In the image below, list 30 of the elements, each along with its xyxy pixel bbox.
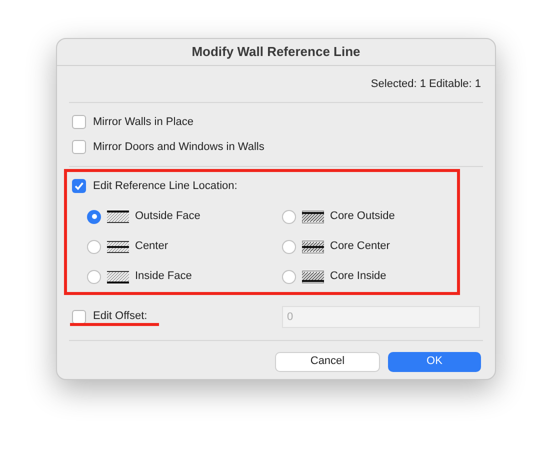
checkbox-label: Mirror Walls in Place — [93, 115, 194, 130]
wall-icon — [107, 240, 129, 254]
cancel-button[interactable]: Cancel — [275, 352, 380, 372]
ok-button[interactable]: OK — [388, 352, 481, 372]
radio-button[interactable] — [282, 210, 296, 224]
checkbox[interactable] — [72, 140, 86, 154]
radio-label: Core Inside — [330, 269, 386, 284]
checkbox[interactable] — [72, 115, 86, 130]
radio-label: Inside Face — [135, 269, 192, 284]
radio-button[interactable] — [87, 240, 101, 254]
wall-icon — [107, 210, 129, 224]
radio-label: Outside Face — [135, 209, 200, 224]
checkbox-label: Edit Offset: — [93, 309, 148, 324]
radio-label: Core Outside — [330, 209, 395, 224]
radio-label: Core Center — [330, 239, 390, 254]
selection-info: Selected: 1 Editable: 1 — [370, 76, 481, 92]
checkbox[interactable] — [72, 179, 86, 194]
checkbox[interactable] — [72, 310, 86, 324]
window-title: Modify Wall Reference Line — [192, 43, 360, 62]
checkbox-label: Edit Reference Line Location: — [93, 179, 238, 194]
wall-icon — [302, 270, 324, 284]
wall-icon — [302, 240, 324, 254]
wall-icon — [107, 270, 129, 284]
radio-button[interactable] — [87, 210, 101, 224]
radio-label: Center — [135, 239, 168, 254]
radio-button[interactable] — [282, 240, 296, 254]
checkbox-label: Mirror Doors and Windows in Walls — [93, 140, 264, 154]
wall-icon — [302, 210, 324, 224]
radio-button[interactable] — [282, 270, 296, 284]
radio-button[interactable] — [87, 270, 101, 284]
